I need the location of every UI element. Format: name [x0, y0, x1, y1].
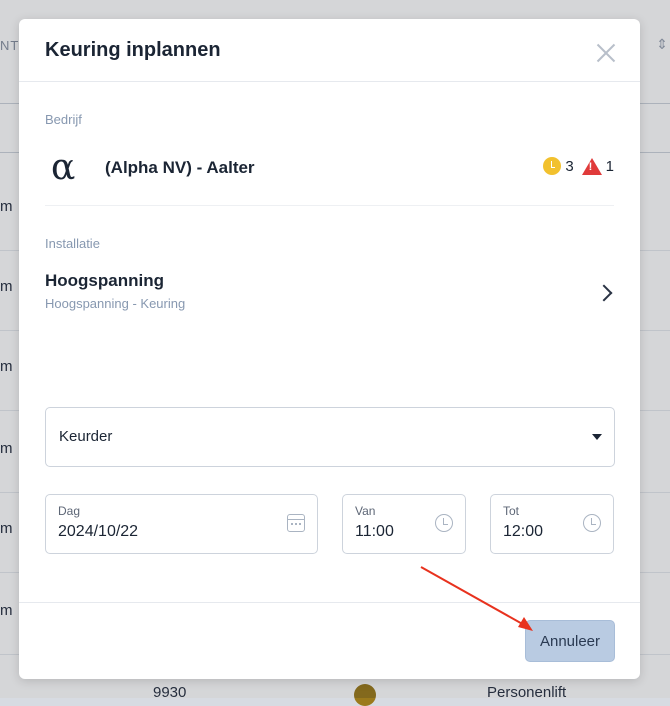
company-section-label: Bedrijf	[45, 112, 82, 127]
installation-subtitle: Hoogspanning - Keuring	[45, 296, 186, 311]
clock-icon[interactable]	[435, 514, 453, 532]
warning-icon	[581, 157, 602, 175]
calendar-icon[interactable]	[287, 514, 305, 532]
schedule-inspection-modal: Keuring inplannen Bedrijf α (Alpha NV) -…	[19, 19, 640, 679]
from-time-value[interactable]: 11:00	[355, 523, 394, 541]
pending-count: 3	[565, 157, 574, 175]
company-name: (Alpha NV) - Aalter	[105, 158, 255, 177]
company-logo: α	[51, 147, 76, 188]
to-time-label: Tot	[503, 504, 520, 518]
inspector-select-value: Keurder	[59, 428, 113, 445]
pending-badge: 3	[543, 157, 574, 175]
cancel-button[interactable]: Annuleer	[525, 620, 615, 662]
clock-icon	[543, 157, 562, 175]
company-badges: 3 1	[543, 157, 614, 175]
from-time-label: Van	[355, 504, 376, 518]
installation-row[interactable]: Hoogspanning Hoogspanning - Keuring	[45, 267, 614, 317]
to-time-value[interactable]: 12:00	[503, 523, 543, 541]
chevron-right-icon[interactable]	[595, 284, 613, 302]
date-field-value[interactable]: 2024/10/22	[58, 523, 138, 541]
company-row: α (Alpha NV) - Aalter 3 1	[45, 141, 614, 206]
modal-header: Keuring inplannen	[19, 19, 640, 82]
chevron-down-icon[interactable]	[592, 434, 602, 440]
installation-section-label: Installatie	[45, 236, 100, 251]
modal-footer: Annuleer	[19, 602, 640, 680]
warning-count: 1	[605, 157, 614, 175]
installation-title: Hoogspanning	[45, 271, 164, 290]
clock-icon[interactable]	[583, 514, 601, 532]
date-field-label: Dag	[58, 504, 81, 518]
close-icon[interactable]	[596, 43, 616, 63]
inspector-select[interactable]: Keurder	[45, 407, 615, 467]
warning-badge: 1	[581, 157, 614, 175]
date-field[interactable]: Dag 2024/10/22	[45, 494, 318, 554]
to-time-field[interactable]: Tot 12:00	[490, 494, 614, 554]
modal-title: Keuring inplannen	[45, 39, 221, 61]
from-time-field[interactable]: Van 11:00	[342, 494, 466, 554]
